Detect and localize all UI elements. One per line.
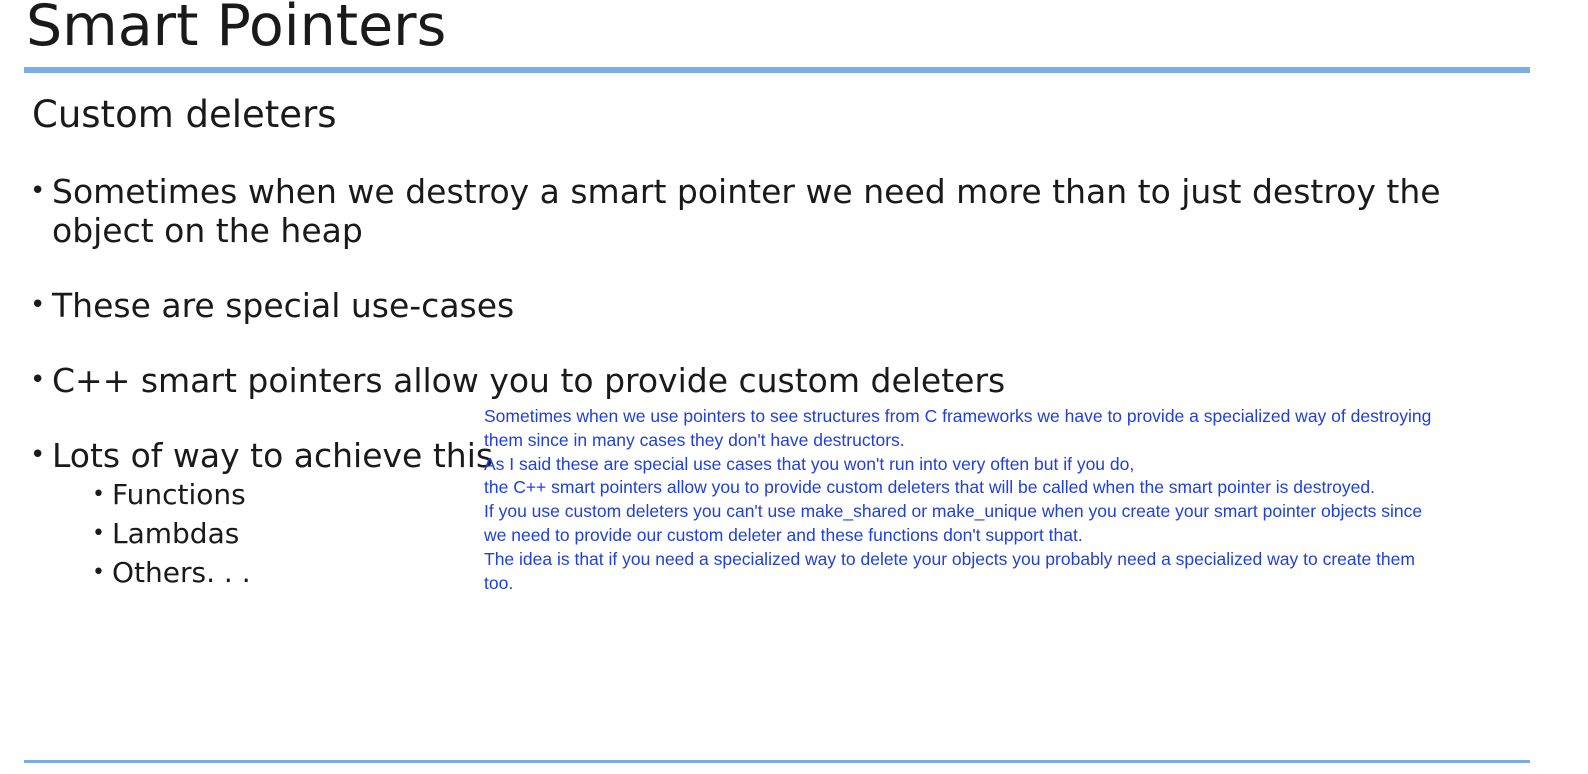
notes-paragraph: the C++ smart pointers allow you to prov… — [484, 477, 1375, 498]
bullet-dot-icon: • — [30, 440, 46, 470]
title-divider — [24, 67, 1530, 73]
speaker-notes-overlay: Sometimes when we use pointers to see st… — [484, 405, 1434, 595]
sub-bullet-text: Functions — [112, 478, 246, 511]
bullet-dot-icon: • — [30, 176, 46, 206]
bullet-dot-icon: • — [92, 521, 105, 546]
bullet-item: • C++ smart pointers allow you to provid… — [30, 361, 1472, 400]
bullet-text: C++ smart pointers allow you to provide … — [52, 361, 1006, 400]
footer-divider — [24, 760, 1530, 763]
bullet-item: • Sometimes when we destroy a smart poin… — [30, 172, 1472, 250]
bullet-dot-icon: • — [30, 365, 46, 395]
sub-bullet-text: Others. . . — [112, 556, 251, 589]
bullet-dot-icon: • — [92, 482, 105, 507]
bullet-dot-icon: • — [30, 290, 46, 320]
bullet-text: Sometimes when we destroy a smart pointe… — [52, 172, 1441, 250]
bullet-text: Lots of way to achieve this — [52, 436, 494, 475]
bullet-item: • These are special use-cases — [30, 286, 1472, 325]
slide-subtitle: Custom deleters — [32, 93, 337, 136]
sub-bullet-text: Lambdas — [112, 517, 240, 550]
bullet-dot-icon: • — [92, 560, 105, 585]
notes-paragraph: Sometimes when we use pointers to see st… — [484, 406, 1432, 450]
notes-paragraph: The idea is that if you need a specializ… — [484, 548, 1415, 593]
slide-title: Smart Pointers — [26, 0, 447, 59]
bullet-text: These are special use-cases — [52, 286, 515, 325]
notes-paragraph: If you use custom deleters you can't use… — [484, 501, 1423, 545]
notes-paragraph: As I said these are special use cases th… — [484, 453, 1135, 474]
